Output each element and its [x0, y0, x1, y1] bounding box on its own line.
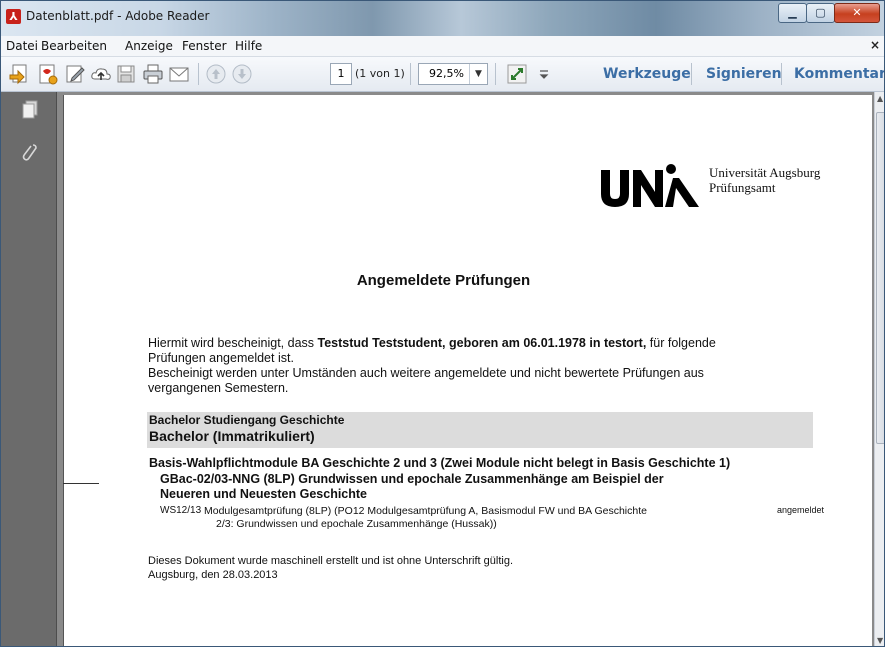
- page-count: (1 von 1): [355, 67, 405, 80]
- university-logo: [601, 164, 699, 207]
- close-document-icon[interactable]: ×: [870, 38, 880, 52]
- module-group-title: Basis-Wahlpflichtmodule BA Geschichte 2 …: [149, 456, 731, 470]
- intro-line: Hiermit wird bescheinigt, dass Teststud …: [148, 336, 788, 351]
- maximize-button[interactable]: ▢: [806, 3, 835, 23]
- exam-line-1: Modulgesamtprüfung (8LP) (PO12 Modulgesa…: [204, 505, 647, 517]
- title-bar[interactable]: ⅄ Datenblatt.pdf - Adobe Reader ▁ ▢ ✕: [1, 1, 884, 36]
- minimize-button[interactable]: ▁: [778, 3, 807, 23]
- print-icon[interactable]: [142, 63, 164, 85]
- menu-hilfe[interactable]: Hilfe: [235, 39, 262, 53]
- intro-paragraph: Hiermit wird bescheinigt, dass Teststud …: [148, 336, 788, 396]
- module-title: GBac-02/03-NNG (8LP) Grundwissen und epo…: [160, 472, 664, 502]
- footer-line-1: Dieses Dokument wurde maschinell erstell…: [148, 555, 513, 567]
- menu-fenster[interactable]: Fenster: [182, 39, 227, 53]
- module-line-2: Neueren und Neuesten Geschichte: [160, 487, 368, 501]
- window-controls: ▁ ▢ ✕: [778, 3, 880, 23]
- open-icon[interactable]: [37, 63, 59, 85]
- exam-semester: WS12/13: [160, 505, 202, 516]
- zoom-select[interactable]: 92,5% ▼: [418, 63, 488, 85]
- close-button[interactable]: ✕: [834, 3, 880, 23]
- page-number-input[interactable]: 1: [330, 63, 352, 85]
- toolbar-separator: [410, 63, 411, 85]
- prev-page-icon[interactable]: [205, 63, 227, 85]
- toolbar: 1 (1 von 1) 92,5% ▼ Werkzeuge Signieren …: [1, 57, 884, 92]
- navigation-pane: [1, 92, 57, 646]
- module-line-1: GBac-02/03-NNG (8LP) Grundwissen und epo…: [160, 472, 664, 486]
- vertical-scrollbar[interactable]: ▲ ▼: [874, 92, 884, 646]
- scroll-down-icon[interactable]: ▼: [877, 636, 883, 645]
- exam-description: Modulgesamtprüfung (8LP) (PO12 Modulgesa…: [204, 505, 647, 531]
- exam-status: angemeldet: [777, 505, 825, 515]
- comment-button[interactable]: Kommentar: [794, 66, 884, 82]
- toolbar-separator: [495, 63, 496, 85]
- student-info: Teststud Teststudent, geboren am 06.01.1…: [317, 336, 647, 350]
- tools-button[interactable]: Werkzeuge: [603, 66, 691, 82]
- create-pdf-icon[interactable]: [9, 63, 31, 85]
- note-line-1: Bescheinigt werden unter Umständen auch …: [148, 366, 704, 380]
- adobe-reader-window: ⅄ Datenblatt.pdf - Adobe Reader ▁ ▢ ✕ Da…: [0, 0, 885, 647]
- intro-text: Hiermit wird bescheinigt, dass: [148, 336, 318, 350]
- save-icon[interactable]: [115, 63, 137, 85]
- scroll-up-icon[interactable]: ▲: [877, 94, 883, 103]
- sign-button[interactable]: Signieren: [706, 66, 782, 82]
- upload-cloud-icon[interactable]: [90, 63, 112, 85]
- menu-bearbeiten[interactable]: Bearbeiten: [41, 39, 107, 53]
- next-page-icon[interactable]: [231, 63, 253, 85]
- email-icon[interactable]: [168, 63, 190, 85]
- toolbar-separator: [781, 63, 782, 85]
- program-status: Bachelor (Immatrikuliert): [149, 428, 315, 444]
- adobe-reader-icon: ⅄: [6, 9, 21, 24]
- fit-page-icon[interactable]: [506, 63, 528, 85]
- margin-rule: [63, 483, 99, 484]
- toolbar-separator: [198, 63, 199, 85]
- attachments-icon[interactable]: [21, 142, 39, 162]
- footer-note: Dieses Dokument wurde maschinell erstell…: [148, 554, 513, 582]
- menu-bar: Datei Bearbeiten Anzeige Fenster Hilfe ×: [1, 36, 884, 57]
- toolbar-separator: [691, 63, 692, 85]
- chevron-down-icon[interactable]: ▼: [469, 64, 487, 84]
- office-line: Prüfungsamt: [709, 180, 776, 195]
- footer-line-2: Augsburg, den 28.03.2013: [148, 569, 278, 581]
- toolbar-options-icon[interactable]: [533, 63, 555, 85]
- pages-panel-icon[interactable]: [21, 100, 39, 120]
- note-line-2: vergangenen Semestern.: [148, 381, 289, 395]
- document-heading: Angemeldete Prüfungen: [356, 272, 531, 289]
- institution-line: Universität Augsburg: [709, 165, 821, 180]
- menu-datei[interactable]: Datei: [6, 39, 38, 53]
- window-title: Datenblatt.pdf - Adobe Reader: [26, 9, 210, 23]
- exam-line-2: 2/3: Grundwissen und epochale Zusammenhä…: [216, 518, 497, 530]
- institution-name: Universität Augsburg Prüfungsamt: [709, 165, 820, 195]
- zoom-value: 92,5%: [429, 67, 464, 80]
- edit-icon[interactable]: [64, 63, 86, 85]
- program-title: Bachelor Studiengang Geschichte: [149, 413, 345, 427]
- intro-text-end: für folgende: [646, 336, 716, 350]
- menu-anzeige[interactable]: Anzeige: [125, 39, 173, 53]
- intro-line-2: Prüfungen angemeldet ist.: [148, 351, 294, 365]
